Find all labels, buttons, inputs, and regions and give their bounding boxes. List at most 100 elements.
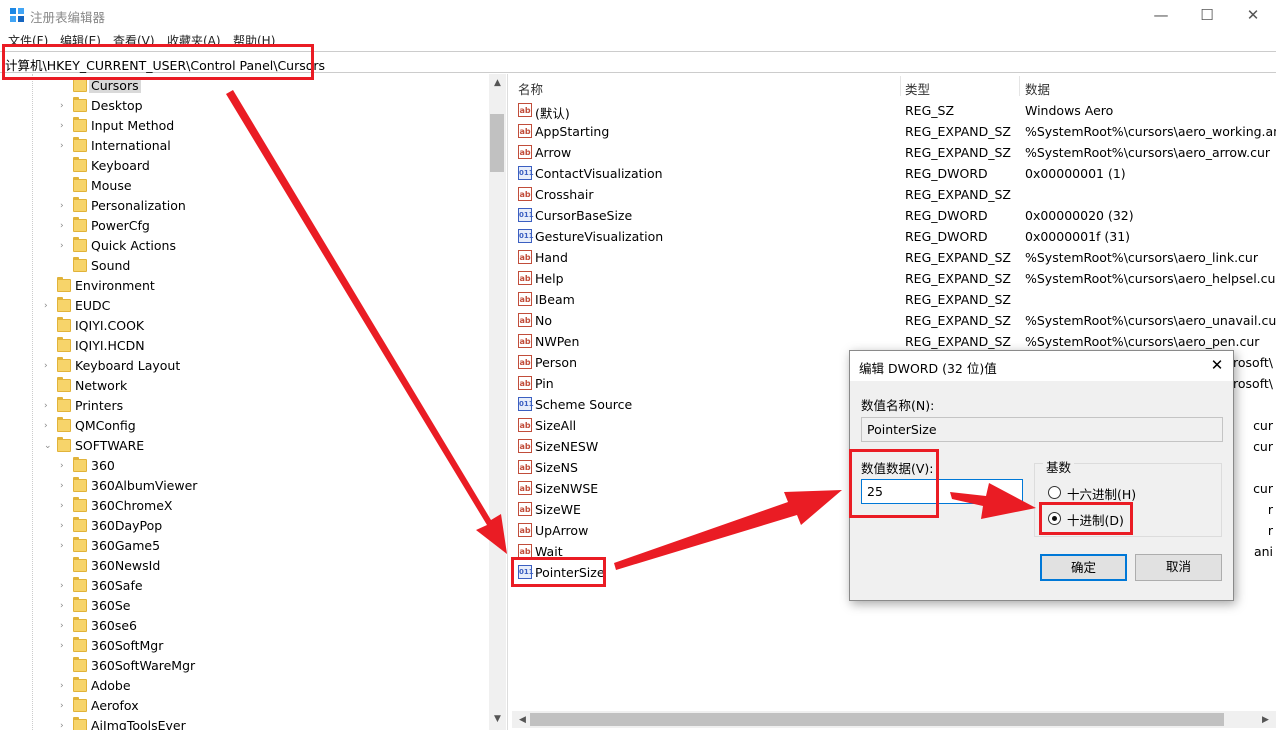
- tree-scrollbar[interactable]: ▲ ▼: [489, 74, 506, 730]
- tree-node-label[interactable]: 360se6: [89, 618, 139, 633]
- expand-chevron-icon[interactable]: ›: [44, 360, 54, 372]
- tree-node-label[interactable]: 360DayPop: [89, 518, 164, 533]
- close-button[interactable]: ✕: [1230, 0, 1276, 30]
- list-scroll-thumb[interactable]: [530, 713, 1224, 726]
- expand-chevron-icon[interactable]: ›: [60, 540, 70, 552]
- value-row[interactable]: 011 GestureVisualization REG_DWORD 0x000000…: [512, 226, 1276, 247]
- expand-chevron-icon[interactable]: ›: [60, 200, 70, 212]
- value-row[interactable]: ab (默认) REG_SZ Windows Aero: [512, 100, 1276, 121]
- tree-node[interactable]: › 360se6: [0, 616, 488, 636]
- tree-node[interactable]: IQIYI.COOK: [0, 316, 488, 336]
- tree-node-label[interactable]: Mouse: [89, 178, 134, 193]
- column-divider[interactable]: [1019, 76, 1020, 96]
- expand-chevron-icon[interactable]: ›: [60, 580, 70, 592]
- tree-node[interactable]: › EUDC: [0, 296, 488, 316]
- expand-chevron-icon[interactable]: ›: [44, 420, 54, 432]
- maximize-button[interactable]: ☐: [1184, 0, 1230, 30]
- tree-node-label[interactable]: Printers: [73, 398, 125, 413]
- value-row[interactable]: ab No REG_EXPAND_SZ %SystemRoot%\cursors\ae…: [512, 310, 1276, 331]
- tree-node[interactable]: › 360Game5: [0, 536, 488, 556]
- tree-node-label[interactable]: Quick Actions: [89, 238, 178, 253]
- list-horizontal-scrollbar[interactable]: ◀ ▶: [512, 711, 1276, 728]
- value-row[interactable]: ab Help REG_EXPAND_SZ %SystemRoot%\cursors\…: [512, 268, 1276, 289]
- tree-node-label[interactable]: 360NewsId: [89, 558, 162, 573]
- column-header-data[interactable]: 数据: [1025, 79, 1050, 98]
- expand-chevron-icon[interactable]: ›: [60, 100, 70, 112]
- tree-node[interactable]: › 360ChromeX: [0, 496, 488, 516]
- tree-node-label[interactable]: Adobe: [89, 678, 133, 693]
- tree-node-label[interactable]: Cursors: [89, 78, 141, 93]
- tree-node[interactable]: › Personalization: [0, 196, 488, 216]
- expand-chevron-icon[interactable]: ›: [60, 520, 70, 532]
- value-row[interactable]: ab AppStarting REG_EXPAND_SZ %SystemRoot%\c…: [512, 121, 1276, 142]
- tree-node[interactable]: › 360SoftMgr: [0, 636, 488, 656]
- tree-node[interactable]: › 360Safe: [0, 576, 488, 596]
- scroll-down-icon[interactable]: ▼: [489, 712, 506, 726]
- tree-node-label[interactable]: International: [89, 138, 173, 153]
- tree-node-label[interactable]: Environment: [73, 278, 157, 293]
- tree-node-label[interactable]: AiImgToolsEver: [89, 718, 188, 730]
- expand-chevron-icon[interactable]: ›: [60, 640, 70, 652]
- expand-chevron-icon[interactable]: ›: [60, 240, 70, 252]
- tree-node-label[interactable]: 360SoftMgr: [89, 638, 165, 653]
- expand-chevron-icon[interactable]: ›: [60, 500, 70, 512]
- tree-node-label[interactable]: Network: [73, 378, 129, 393]
- tree-node-label[interactable]: 360Game5: [89, 538, 162, 553]
- tree-node[interactable]: › PowerCfg: [0, 216, 488, 236]
- tree-node[interactable]: › Desktop: [0, 96, 488, 116]
- minimize-button[interactable]: —: [1138, 0, 1184, 30]
- tree-node[interactable]: 360SoftWareMgr: [0, 656, 488, 676]
- tree-node[interactable]: Keyboard: [0, 156, 488, 176]
- tree-node[interactable]: › 360: [0, 456, 488, 476]
- value-row[interactable]: ab Crosshair REG_EXPAND_SZ: [512, 184, 1276, 205]
- expand-chevron-icon[interactable]: ›: [60, 140, 70, 152]
- expand-chevron-icon[interactable]: ›: [44, 300, 54, 312]
- tree-node-label[interactable]: Sound: [89, 258, 132, 273]
- tree-node[interactable]: › Printers: [0, 396, 488, 416]
- ok-button[interactable]: 确定: [1040, 554, 1127, 581]
- column-header-type[interactable]: 类型: [905, 79, 930, 98]
- tree-node-label[interactable]: IQIYI.COOK: [73, 318, 146, 333]
- expand-chevron-icon[interactable]: ›: [60, 460, 70, 472]
- scroll-left-icon[interactable]: ◀: [514, 713, 531, 727]
- tree-node[interactable]: Sound: [0, 256, 488, 276]
- tree-node[interactable]: IQIYI.HCDN: [0, 336, 488, 356]
- tree-node-label[interactable]: 360: [89, 458, 117, 473]
- tree-node-label[interactable]: Keyboard: [89, 158, 152, 173]
- tree-node-label[interactable]: Aerofox: [89, 698, 141, 713]
- expand-chevron-icon[interactable]: ›: [60, 700, 70, 712]
- tree-node-label[interactable]: 360SoftWareMgr: [89, 658, 197, 673]
- tree-node-label[interactable]: QMConfig: [73, 418, 138, 433]
- column-divider[interactable]: [900, 76, 901, 96]
- value-row[interactable]: ab Hand REG_EXPAND_SZ %SystemRoot%\cursors\…: [512, 247, 1276, 268]
- expand-chevron-icon[interactable]: ›: [60, 220, 70, 232]
- tree-node-label[interactable]: 360AlbumViewer: [89, 478, 199, 493]
- expand-chevron-icon[interactable]: ›: [60, 600, 70, 612]
- tree-node-label[interactable]: Desktop: [89, 98, 145, 113]
- tree-node[interactable]: › 360AlbumViewer: [0, 476, 488, 496]
- tree-node[interactable]: › Aerofox: [0, 696, 488, 716]
- tree-node-label[interactable]: 360Safe: [89, 578, 145, 593]
- cancel-button[interactable]: 取消: [1135, 554, 1222, 581]
- tree-node[interactable]: › International: [0, 136, 488, 156]
- expand-chevron-icon[interactable]: ›: [60, 480, 70, 492]
- tree-node-label[interactable]: Keyboard Layout: [73, 358, 182, 373]
- tree-node[interactable]: › Adobe: [0, 676, 488, 696]
- hex-radio[interactable]: [1048, 486, 1061, 499]
- tree-node-label[interactable]: IQIYI.HCDN: [73, 338, 147, 353]
- tree-node-label[interactable]: Personalization: [89, 198, 188, 213]
- collapse-chevron-icon[interactable]: ⌄: [44, 440, 54, 452]
- tree-node-label[interactable]: EUDC: [73, 298, 112, 313]
- tree-node-label[interactable]: Input Method: [89, 118, 176, 133]
- column-header-name[interactable]: 名称: [518, 79, 543, 98]
- expand-chevron-icon[interactable]: ›: [60, 720, 70, 730]
- tree-node-label[interactable]: SOFTWARE: [73, 438, 146, 453]
- scroll-up-icon[interactable]: ▲: [489, 76, 506, 90]
- value-row[interactable]: ab IBeam REG_EXPAND_SZ: [512, 289, 1276, 310]
- tree-node[interactable]: Environment: [0, 276, 488, 296]
- tree-node[interactable]: Network: [0, 376, 488, 396]
- expand-chevron-icon[interactable]: ›: [44, 400, 54, 412]
- tree-node[interactable]: › Input Method: [0, 116, 488, 136]
- tree-node[interactable]: › AiImgToolsEver: [0, 716, 488, 730]
- value-row[interactable]: 011 CursorBaseSize REG_DWORD 0x00000020 (32…: [512, 205, 1276, 226]
